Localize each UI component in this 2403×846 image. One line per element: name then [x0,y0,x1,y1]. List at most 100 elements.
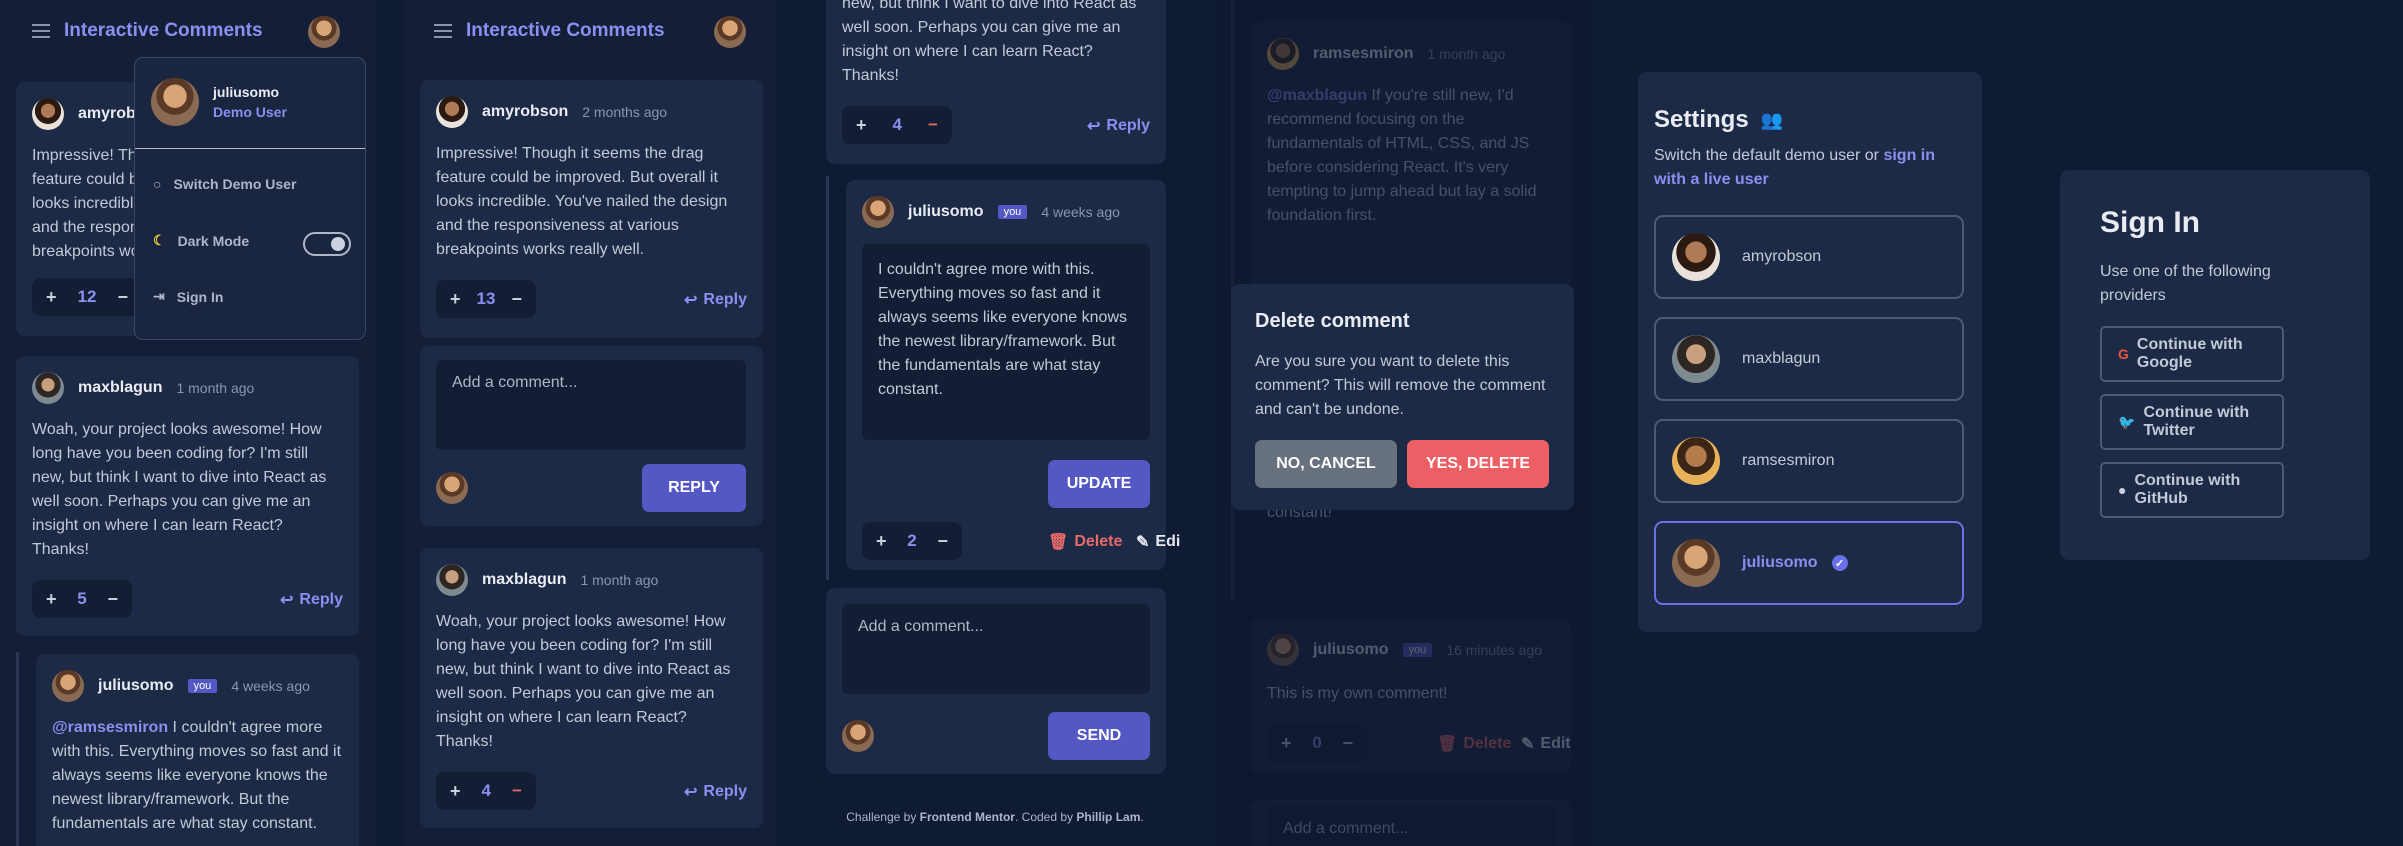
panel-delete-modal: ramsesmiron 1 month ago @maxblagun If yo… [1215,0,1590,846]
avatar [436,564,468,596]
vote-control: + 2 − [862,522,962,560]
upvote-button[interactable]: + [450,781,461,802]
confirm-delete-button[interactable]: YES, DELETE [1407,440,1549,488]
comment-date: 1 month ago [580,572,659,588]
vote-control: +0− [1267,724,1367,762]
delete-modal: Delete comment Are you sure you want to … [1231,284,1574,510]
update-button[interactable]: UPDATE [1048,460,1150,508]
avatar[interactable] [308,16,340,48]
pencil-icon: ✎ [1136,534,1150,551]
avatar[interactable] [714,16,746,48]
panel-reply: Interactive Comments amyrobson 2 months … [404,0,775,846]
reply-icon: ↩ [280,592,294,609]
users-icon: 👥 [1760,109,1784,130]
user-option-amyrobson[interactable]: amyrobson [1654,215,1964,299]
vote-control: + 13 − [436,280,536,318]
avatar [1267,38,1299,70]
comment-card: maxblagun 1 month ago Woah, your project… [16,356,359,636]
avatar [1672,539,1720,587]
menu-icon[interactable] [434,24,452,38]
sign-in-card: Sign In Use one of the following provide… [2060,170,2370,560]
reply-form: Add a comment... REPLY [420,346,763,526]
panel-sign-in: Sign In Use one of the following provide… [2028,0,2403,846]
google-button[interactable]: G Continue with Google [2100,326,2284,382]
user-option-juliusomo[interactable]: juliusomo ✓ [1654,521,1964,605]
upvote-button[interactable]: + [876,531,887,552]
logo: Interactive Comments [64,20,263,41]
header: Interactive Comments [404,0,775,62]
comment-textarea[interactable]: Add a comment... [842,604,1150,694]
menu-item-dark-mode[interactable]: ☾ Dark Mode [153,232,249,249]
menu-item-sign-in[interactable]: ⇥ Sign In [153,288,223,305]
avatar [1672,437,1720,485]
edit-button[interactable]: ✎Edit [1136,532,1180,552]
comment-card-editing: juliusomo you 4 weeks ago I couldn't agr… [846,180,1180,570]
downvote-button[interactable]: − [937,531,948,552]
upvote-button[interactable]: + [46,287,57,308]
username: ramsesmiron [1313,45,1414,62]
moon-icon: ☾ [153,232,166,248]
avatar [842,720,874,752]
upvote-button[interactable]: + [856,115,867,136]
reply-submit-button[interactable]: REPLY [642,464,746,512]
header: Interactive Comments [0,0,375,62]
mention[interactable]: @ramsesmiron [52,719,168,736]
reply-icon: ↩ [684,784,698,801]
send-button[interactable]: SEND [1048,712,1150,760]
comment-date: 16 minutes ago [1446,642,1543,658]
score: 5 [77,589,87,608]
avatar [32,372,64,404]
menu-item-switch-user[interactable]: ○ Switch Demo User [153,176,296,192]
username: juliusomo [98,677,174,694]
logo: Interactive Comments [466,20,665,41]
username: amyrobson [482,103,569,120]
reply-button[interactable]: ↩ Reply [684,290,747,310]
avatar [862,196,894,228]
downvote-button[interactable]: − [117,287,128,308]
edit-textarea[interactable]: I couldn't agree more with this. Everyth… [862,244,1150,440]
comment-date: 1 month ago [176,380,255,396]
downvote-button[interactable]: − [512,781,522,801]
thread-line [826,176,829,580]
avatar [32,98,64,130]
comment-text: @maxblagun If you're still new, I'd reco… [1267,87,1537,224]
username: maxblagun [78,379,163,396]
score: 4 [892,115,903,134]
delete-button[interactable]: 🗑 Delete [1048,532,1122,552]
cancel-button[interactable]: NO, CANCEL [1255,440,1397,488]
sign-in-icon: ⇥ [153,288,165,304]
reply-button[interactable]: ↩ Reply [684,782,747,802]
menu-icon[interactable] [32,24,50,38]
check-icon: ✓ [1831,555,1848,571]
downvote-button[interactable]: − [511,289,522,310]
upvote-button[interactable]: + [450,289,461,310]
avatar [1672,335,1720,383]
panel-menu-open: Interactive Comments amyrobson Impressiv… [0,0,375,846]
sign-in-description: Use one of the following providers [2100,263,2271,304]
github-button[interactable]: ● Continue with GitHub [2100,462,2284,518]
upvote-button[interactable]: + [46,589,57,610]
user-option-ramsesmiron[interactable]: ramsesmiron [1654,419,1964,503]
sign-in-title: Sign In [2100,206,2200,239]
author-link[interactable]: Phillip Lam [1076,810,1140,824]
user-option-maxblagun[interactable]: maxblagun [1654,317,1964,401]
vote-control: + 12 − [32,278,142,316]
github-icon: ● [2118,482,2127,498]
comment-text: Impressive! Though it seems the drag fea… [436,145,728,258]
frontend-mentor-link[interactable]: Frontend Mentor [920,810,1015,824]
google-icon: G [2118,346,2129,362]
reply-button[interactable]: ↩ Reply [280,590,343,610]
twitter-button[interactable]: 🐦 Continue with Twitter [2100,394,2284,450]
reply-icon: ↩ [1087,118,1101,135]
avatar [436,472,468,504]
dark-mode-toggle[interactable] [303,232,351,256]
downvote-button[interactable]: − [107,589,118,610]
username: juliusomo [1313,641,1389,658]
reply-button[interactable]: ↩ Reply [1087,116,1150,136]
reply-textarea[interactable]: Add a comment... [436,360,746,450]
downvote-button[interactable]: − [928,115,938,135]
you-badge: you [997,205,1028,219]
modal-body: Are you sure you want to delete this com… [1255,353,1546,418]
reply-icon: ↩ [684,292,698,309]
avatar [151,78,199,126]
